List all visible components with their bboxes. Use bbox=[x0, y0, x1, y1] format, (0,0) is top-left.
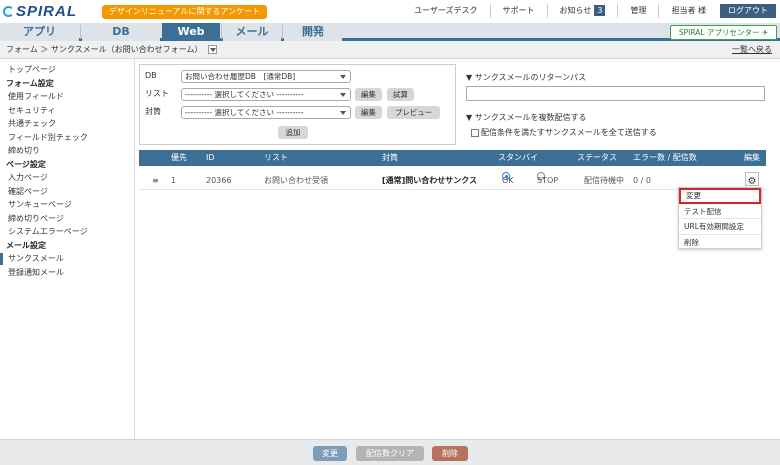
multi-send-title: ▼ サンクスメールを複数配信する bbox=[466, 113, 587, 122]
menu-item-test-send[interactable]: テスト配信 bbox=[679, 204, 761, 219]
tab-db[interactable]: DB bbox=[82, 23, 160, 41]
header-status: ステータス bbox=[577, 153, 617, 162]
sidebar-item-deadline[interactable]: 締め切り bbox=[0, 145, 134, 157]
plane-icon: ✈ bbox=[761, 28, 769, 37]
breadcrumb: フォーム ＞ サンクスメール（お問い合わせフォーム） 一覧へ戻る bbox=[0, 41, 780, 59]
list-select[interactable]: ---------- 選択してください ---------- bbox=[181, 88, 351, 101]
app-center-label: SPIRAL アプリセンター bbox=[678, 28, 760, 37]
envelope-select[interactable]: ---------- 選択してください ---------- bbox=[181, 106, 351, 119]
preview-button[interactable]: プレビュー bbox=[387, 106, 440, 119]
clear-count-button[interactable]: 配信数クリア bbox=[356, 446, 424, 461]
sidebar-item-thanks-mail[interactable]: サンクスメール bbox=[0, 253, 134, 265]
row-priority: 1 bbox=[171, 176, 177, 185]
nav-divider bbox=[80, 25, 81, 39]
sidebar-item-error-page[interactable]: システムエラーページ bbox=[0, 226, 134, 238]
table-header: 優先 ID リスト 封筒 スタンバイ ステータス エラー数 / 配信数 編集 bbox=[139, 150, 766, 166]
main-nav: アプリ DB Web メール 開発 SPIRAL アプリセンター ✈ bbox=[0, 23, 780, 41]
spiral-logo[interactable]: SPIRAL bbox=[3, 3, 87, 20]
drag-handle-icon[interactable]: ≡ bbox=[152, 172, 159, 190]
table-row[interactable]: ≡ 1 20366 お問い合わせ受領 [通常]問い合わせサンクス OK STOP… bbox=[139, 172, 766, 190]
envelope-label: 封筒 bbox=[145, 107, 161, 116]
header-id: ID bbox=[206, 153, 215, 162]
delete-button[interactable]: 削除 bbox=[432, 446, 468, 461]
row-id: 20366 bbox=[206, 176, 232, 185]
menu-item-change[interactable]: 変更 bbox=[679, 188, 761, 204]
multi-send-checkbox[interactable] bbox=[471, 128, 479, 137]
row-envelope: [通常]問い合わせサンクス bbox=[382, 176, 478, 185]
sidebar-item-top[interactable]: トップページ bbox=[0, 64, 134, 76]
row-edit-menu: 変更 テスト配信 URL有効期間設定 削除 bbox=[678, 187, 762, 249]
sidebar-item-deadline-page[interactable]: 締め切りページ bbox=[0, 213, 134, 225]
logout-button[interactable]: ログアウト bbox=[720, 4, 776, 18]
users-desk-link[interactable]: ユーザーズデスク bbox=[402, 4, 489, 18]
sidebar-item-fields[interactable]: 使用フィールド bbox=[0, 91, 134, 103]
header-standby: スタンバイ bbox=[498, 153, 538, 162]
tab-dev[interactable]: 開発 bbox=[284, 23, 342, 41]
header-envelope: 封筒 bbox=[382, 153, 398, 162]
admin-link[interactable]: 管理 bbox=[617, 4, 658, 18]
standby-stop-label: STOP bbox=[537, 176, 559, 185]
back-to-list-link[interactable]: 一覧へ戻る bbox=[732, 41, 772, 59]
menu-item-delete[interactable]: 削除 bbox=[679, 235, 761, 251]
return-path-title: ▼ サンクスメールのリターンパス bbox=[466, 73, 587, 82]
sidebar-section-mail: メール設定 bbox=[6, 240, 46, 250]
header-priority: 優先 bbox=[171, 153, 187, 162]
row-status: 配信待機中 bbox=[584, 176, 624, 185]
header-counts: エラー数 / 配信数 bbox=[633, 153, 697, 162]
sidebar-item-security[interactable]: セキュリティ bbox=[0, 105, 134, 117]
mail-settings-panel: DB お問い合わせ履歴DB [通常DB] リスト ---------- 選択して… bbox=[139, 64, 456, 145]
db-label: DB bbox=[145, 71, 157, 80]
multi-send-option[interactable]: 配信条件を満たすサンクスメールを全て送信する bbox=[471, 127, 657, 138]
sidebar-item-notify-mail[interactable]: 登録通知メール bbox=[0, 267, 134, 279]
row-list: お問い合わせ受領 bbox=[264, 176, 328, 185]
app-center-button[interactable]: SPIRAL アプリセンター ✈ bbox=[670, 25, 777, 40]
header-edit: 編集 bbox=[744, 153, 760, 162]
notifications-label: お知らせ bbox=[559, 6, 592, 15]
sidebar-section-page: ページ設定 bbox=[6, 159, 46, 169]
notifications-link[interactable]: お知らせ 3 bbox=[546, 4, 618, 18]
sidebar-item-thankyou-page[interactable]: サンキューページ bbox=[0, 199, 134, 211]
notification-count-badge: 3 bbox=[594, 5, 606, 16]
return-path-input[interactable] bbox=[466, 86, 765, 101]
top-bar: SPIRAL デザインリニューアルに関するアンケート ユーザーズデスク サポート… bbox=[0, 0, 780, 23]
list-edit-button[interactable]: 編集 bbox=[355, 88, 382, 101]
multi-send-label: 配信条件を満たすサンクスメールを全て送信する bbox=[481, 128, 657, 137]
chevron-down-icon[interactable] bbox=[207, 45, 217, 54]
support-link[interactable]: サポート bbox=[489, 4, 547, 18]
sidebar-item-common-check[interactable]: 共通チェック bbox=[0, 118, 134, 130]
gear-icon[interactable]: ⚙ bbox=[745, 172, 759, 187]
envelope-edit-button[interactable]: 編集 bbox=[355, 106, 382, 119]
header-list: リスト bbox=[264, 153, 288, 162]
tab-app[interactable]: アプリ bbox=[0, 23, 79, 41]
add-button[interactable]: 追加 bbox=[278, 126, 308, 139]
nav-divider bbox=[221, 25, 222, 39]
breadcrumb-path: フォーム ＞ サンクスメール（お問い合わせフォーム） bbox=[6, 45, 203, 54]
footer-actions: 変更 配信数クリア 削除 bbox=[0, 439, 780, 465]
sidebar-item-input-page[interactable]: 入力ページ bbox=[0, 172, 134, 184]
standby-ok-label: OK bbox=[502, 176, 514, 185]
list-label: リスト bbox=[145, 89, 169, 98]
survey-button[interactable]: デザインリニューアルに関するアンケート bbox=[102, 5, 267, 19]
trial-calc-button[interactable]: 試算 bbox=[387, 88, 414, 101]
sidebar-item-field-check[interactable]: フィールド別チェック bbox=[0, 132, 134, 144]
user-name: 担当者 様 bbox=[658, 4, 718, 18]
row-counts: 0 / 0 bbox=[633, 176, 651, 185]
sidebar-item-confirm-page[interactable]: 確認ページ bbox=[0, 186, 134, 198]
change-button[interactable]: 変更 bbox=[313, 446, 347, 461]
sidebar: トップページ フォーム設定 使用フィールド セキュリティ 共通チェック フィール… bbox=[0, 59, 135, 439]
tab-mail[interactable]: メール bbox=[223, 23, 281, 41]
top-links: ユーザーズデスク サポート お知らせ 3 管理 担当者 様 ログアウト bbox=[402, 3, 780, 19]
sidebar-section-form: フォーム設定 bbox=[6, 78, 54, 88]
logo-text: SPIRAL bbox=[16, 3, 78, 20]
menu-item-url-validity[interactable]: URL有効期間設定 bbox=[679, 219, 761, 235]
return-path-panel: ▼ サンクスメールのリターンパス ▼ サンクスメールを複数配信する 配信条件を満… bbox=[466, 64, 766, 144]
db-select[interactable]: お問い合わせ履歴DB [通常DB] bbox=[181, 70, 351, 83]
tab-web[interactable]: Web bbox=[162, 23, 220, 41]
spiral-logo-icon bbox=[3, 6, 14, 17]
nav-divider bbox=[282, 25, 283, 39]
